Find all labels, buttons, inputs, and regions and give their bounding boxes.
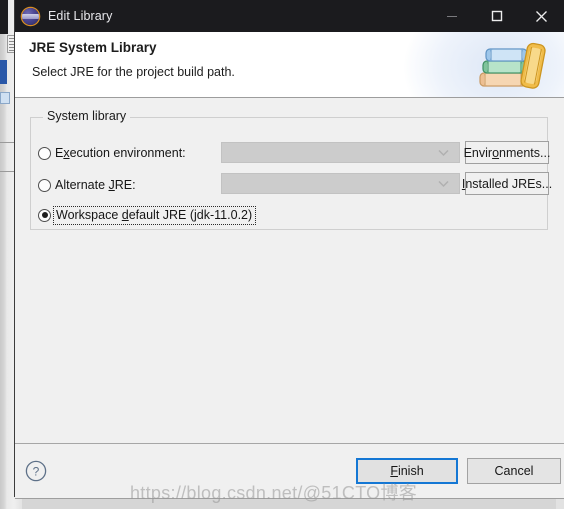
page-title: JRE System Library (29, 40, 157, 55)
cancel-button[interactable]: Cancel (467, 458, 561, 484)
minimize-icon (446, 16, 457, 17)
chevron-down-icon (438, 149, 449, 156)
books-stack-icon (479, 42, 546, 89)
environments-button[interactable]: Envir o nments... (464, 141, 550, 164)
label-execution-environment: Execution environment: (55, 146, 186, 160)
background-dark-bar (0, 0, 8, 34)
dialog-footer: ? Finish Cancel (15, 443, 564, 499)
chevron-down-icon (438, 180, 449, 187)
dialog-bottom-edge (15, 498, 564, 499)
installed-jres-button[interactable]: Installed JREs... (462, 172, 552, 195)
dialog-header: JRE System Library Select JRE for the pr… (15, 32, 564, 98)
background-small-blue-item (0, 92, 10, 104)
system-library-group: System library Execution environment: En… (30, 109, 552, 230)
maximize-button[interactable] (474, 0, 519, 32)
close-button[interactable] (519, 0, 564, 32)
label-workspace-default-jre: Workspace default JRE (jdk-11.0.2) (53, 205, 257, 225)
title-bar: Edit Library (15, 0, 564, 32)
maximize-icon (491, 10, 502, 22)
execution-environment-combo[interactable] (221, 142, 460, 163)
group-legend: System library (43, 109, 131, 123)
radio-workspace-default-jre[interactable] (38, 208, 51, 222)
background-blue-selection (0, 60, 7, 84)
window-title: Edit Library (48, 9, 113, 23)
close-icon (536, 10, 547, 22)
dialog-content: System library Execution environment: En… (15, 98, 564, 443)
label-alternate-jre: Alternate JRE: (55, 178, 136, 192)
option-row-workspace-default-jre[interactable]: Workspace default JRE (jdk-11.0.2) (38, 204, 257, 226)
radio-execution-environment[interactable] (38, 146, 51, 160)
option-row-execution-environment[interactable]: Execution environment: (38, 142, 186, 164)
radio-alternate-jre[interactable] (38, 178, 51, 192)
finish-button[interactable]: Finish (356, 458, 458, 484)
minimize-button[interactable] (429, 0, 474, 32)
window-controls (429, 0, 564, 32)
svg-text:?: ? (33, 464, 40, 478)
eclipse-icon (22, 7, 39, 25)
page-subtitle: Select JRE for the project build path. (32, 65, 235, 79)
question-mark-icon[interactable]: ? (25, 460, 47, 482)
alternate-jre-combo[interactable] (221, 173, 460, 194)
edit-library-dialog: Edit Library JRE System Library Select J… (14, 0, 564, 499)
option-row-alternate-jre[interactable]: Alternate JRE: (38, 174, 136, 196)
screen: Edit Library JRE System Library Select J… (0, 0, 564, 509)
